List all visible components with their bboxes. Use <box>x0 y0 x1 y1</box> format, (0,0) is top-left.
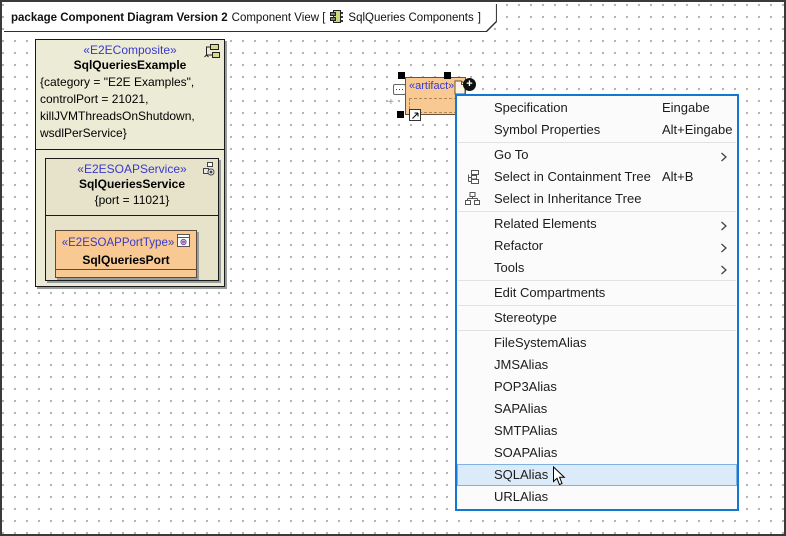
menu-item-label: JMSAlias <box>494 357 548 372</box>
menu-item-label: SOAPAlias <box>494 445 557 460</box>
navigate-manipulator-button[interactable] <box>409 109 421 121</box>
menu-separator <box>458 142 736 143</box>
composite-stereotype: «E2EComposite» <box>36 40 224 57</box>
selection-handle-bottom-left[interactable] <box>397 111 404 118</box>
menu-item-label: Related Elements <box>494 216 597 231</box>
menu-item-label: Specification <box>494 100 568 115</box>
service-component-icon <box>202 162 215 182</box>
porttype-compartment-divider <box>56 269 196 270</box>
diagram-view-label: Component View [ <box>232 12 326 24</box>
menu-item-soapalias[interactable]: SOAPAlias <box>457 442 737 464</box>
submenu-arrow-icon <box>720 241 728 256</box>
menu-item-select-in-containment-tree[interactable]: Select in Containment Tree Alt+B <box>457 166 737 188</box>
porttype-sqlqueriesport[interactable]: «E2ESOAPPortType» SqlQueriesPort <box>55 230 197 278</box>
porttype-icon <box>177 234 190 252</box>
menu-separator <box>458 305 736 306</box>
menu-item-sapalias[interactable]: SAPAlias <box>457 398 737 420</box>
submenu-arrow-icon <box>720 263 728 278</box>
composite-properties: {category = "E2E Examples", controlPort … <box>36 72 224 142</box>
service-properties: {port = 11021} <box>46 193 218 207</box>
add-related-element-button[interactable]: + <box>463 78 476 91</box>
menu-item-label: Go To <box>494 147 528 162</box>
menu-item-urlalias[interactable]: URLAlias <box>457 486 737 508</box>
component-diagram-icon <box>329 9 344 27</box>
composite-component-sqlqueriesexample[interactable]: «E2EComposite» SqlQueriesExample {catego… <box>35 39 225 287</box>
menu-item-label: SQLAlias <box>494 467 548 482</box>
menu-item-pop3alias[interactable]: POP3Alias <box>457 376 737 398</box>
menu-item-specification[interactable]: Specification Eingabe <box>457 97 737 119</box>
submenu-arrow-icon <box>720 150 728 165</box>
composite-structure-icon <box>203 43 221 64</box>
submenu-arrow-icon <box>720 219 728 234</box>
service-compartment-divider <box>46 215 218 216</box>
diagram-frame-tab: package Component Diagram Version 2 Comp… <box>4 4 497 32</box>
menu-item-label: Symbol Properties <box>494 122 600 137</box>
diagram-name: SqlQueries Components <box>348 12 473 24</box>
menu-item-symbol-properties[interactable]: Symbol Properties Alt+Eingabe <box>457 119 737 141</box>
service-component-sqlqueriesservice[interactable]: «E2ESOAPService» SqlQueriesService {port… <box>45 158 219 281</box>
more-options-button[interactable]: ⋯ <box>393 84 406 95</box>
selection-handle-top-right[interactable] <box>444 72 451 79</box>
menu-item-label: SMTPAlias <box>494 423 557 438</box>
porttype-stereotype: «E2ESOAPPortType» <box>62 237 175 249</box>
menu-item-jmsalias[interactable]: JMSAlias <box>457 354 737 376</box>
artifact-stereotype: «artifact» <box>409 80 454 92</box>
menu-item-refactor[interactable]: Refactor <box>457 235 737 257</box>
menu-item-stereotype[interactable]: Stereotype <box>457 307 737 329</box>
composite-compartment-divider <box>36 149 224 150</box>
containment-tree-icon <box>465 170 481 184</box>
menu-item-label: Refactor <box>494 238 543 253</box>
menu-item-smtpalias[interactable]: SMTPAlias <box>457 420 737 442</box>
menu-separator <box>458 280 736 281</box>
porttype-name: SqlQueriesPort <box>56 253 196 267</box>
composite-name: SqlQueriesExample <box>36 58 224 72</box>
mouse-cursor <box>552 466 566 492</box>
menu-separator <box>458 330 736 331</box>
menu-item-label: Select in Containment Tree <box>494 169 651 184</box>
menu-item-label: SAPAlias <box>494 401 547 416</box>
menu-item-label: Edit Compartments <box>494 285 605 300</box>
context-menu: Specification Eingabe Symbol Properties Alt… <box>455 94 739 511</box>
diagram-kind-title: package Component Diagram Version 2 <box>11 12 228 24</box>
diagram-canvas[interactable]: package Component Diagram Version 2 Comp… <box>0 0 786 536</box>
menu-item-go-to[interactable]: Go To <box>457 144 737 166</box>
selection-handle-top-left[interactable] <box>398 72 405 79</box>
menu-item-select-in-inheritance-tree[interactable]: Select in Inheritance Tree <box>457 188 737 210</box>
service-stereotype: «E2ESOAPService» <box>46 159 218 176</box>
menu-item-label: FileSystemAlias <box>494 335 586 350</box>
service-name: SqlQueriesService <box>46 177 218 191</box>
menu-item-label: Stereotype <box>494 310 557 325</box>
inheritance-tree-icon <box>465 192 481 206</box>
menu-item-shortcut: Alt+Eingabe <box>662 122 732 137</box>
menu-item-label: URLAlias <box>494 489 548 504</box>
menu-item-related-elements[interactable]: Related Elements <box>457 213 737 235</box>
menu-item-filesystemalias[interactable]: FileSystemAlias <box>457 332 737 354</box>
menu-separator <box>458 211 736 212</box>
menu-item-label: Tools <box>494 260 524 275</box>
menu-item-shortcut: Alt+B <box>662 169 693 184</box>
menu-item-label: Select in Inheritance Tree <box>494 191 641 206</box>
diagram-name-bracket: ] <box>478 12 481 24</box>
menu-item-edit-compartments[interactable]: Edit Compartments <box>457 282 737 304</box>
menu-item-sqlalias[interactable]: SQLAlias <box>457 464 737 486</box>
menu-item-label: POP3Alias <box>494 379 557 394</box>
anchor-point-marker: + <box>388 97 394 108</box>
menu-item-tools[interactable]: Tools <box>457 257 737 279</box>
menu-item-shortcut: Eingabe <box>662 100 710 115</box>
